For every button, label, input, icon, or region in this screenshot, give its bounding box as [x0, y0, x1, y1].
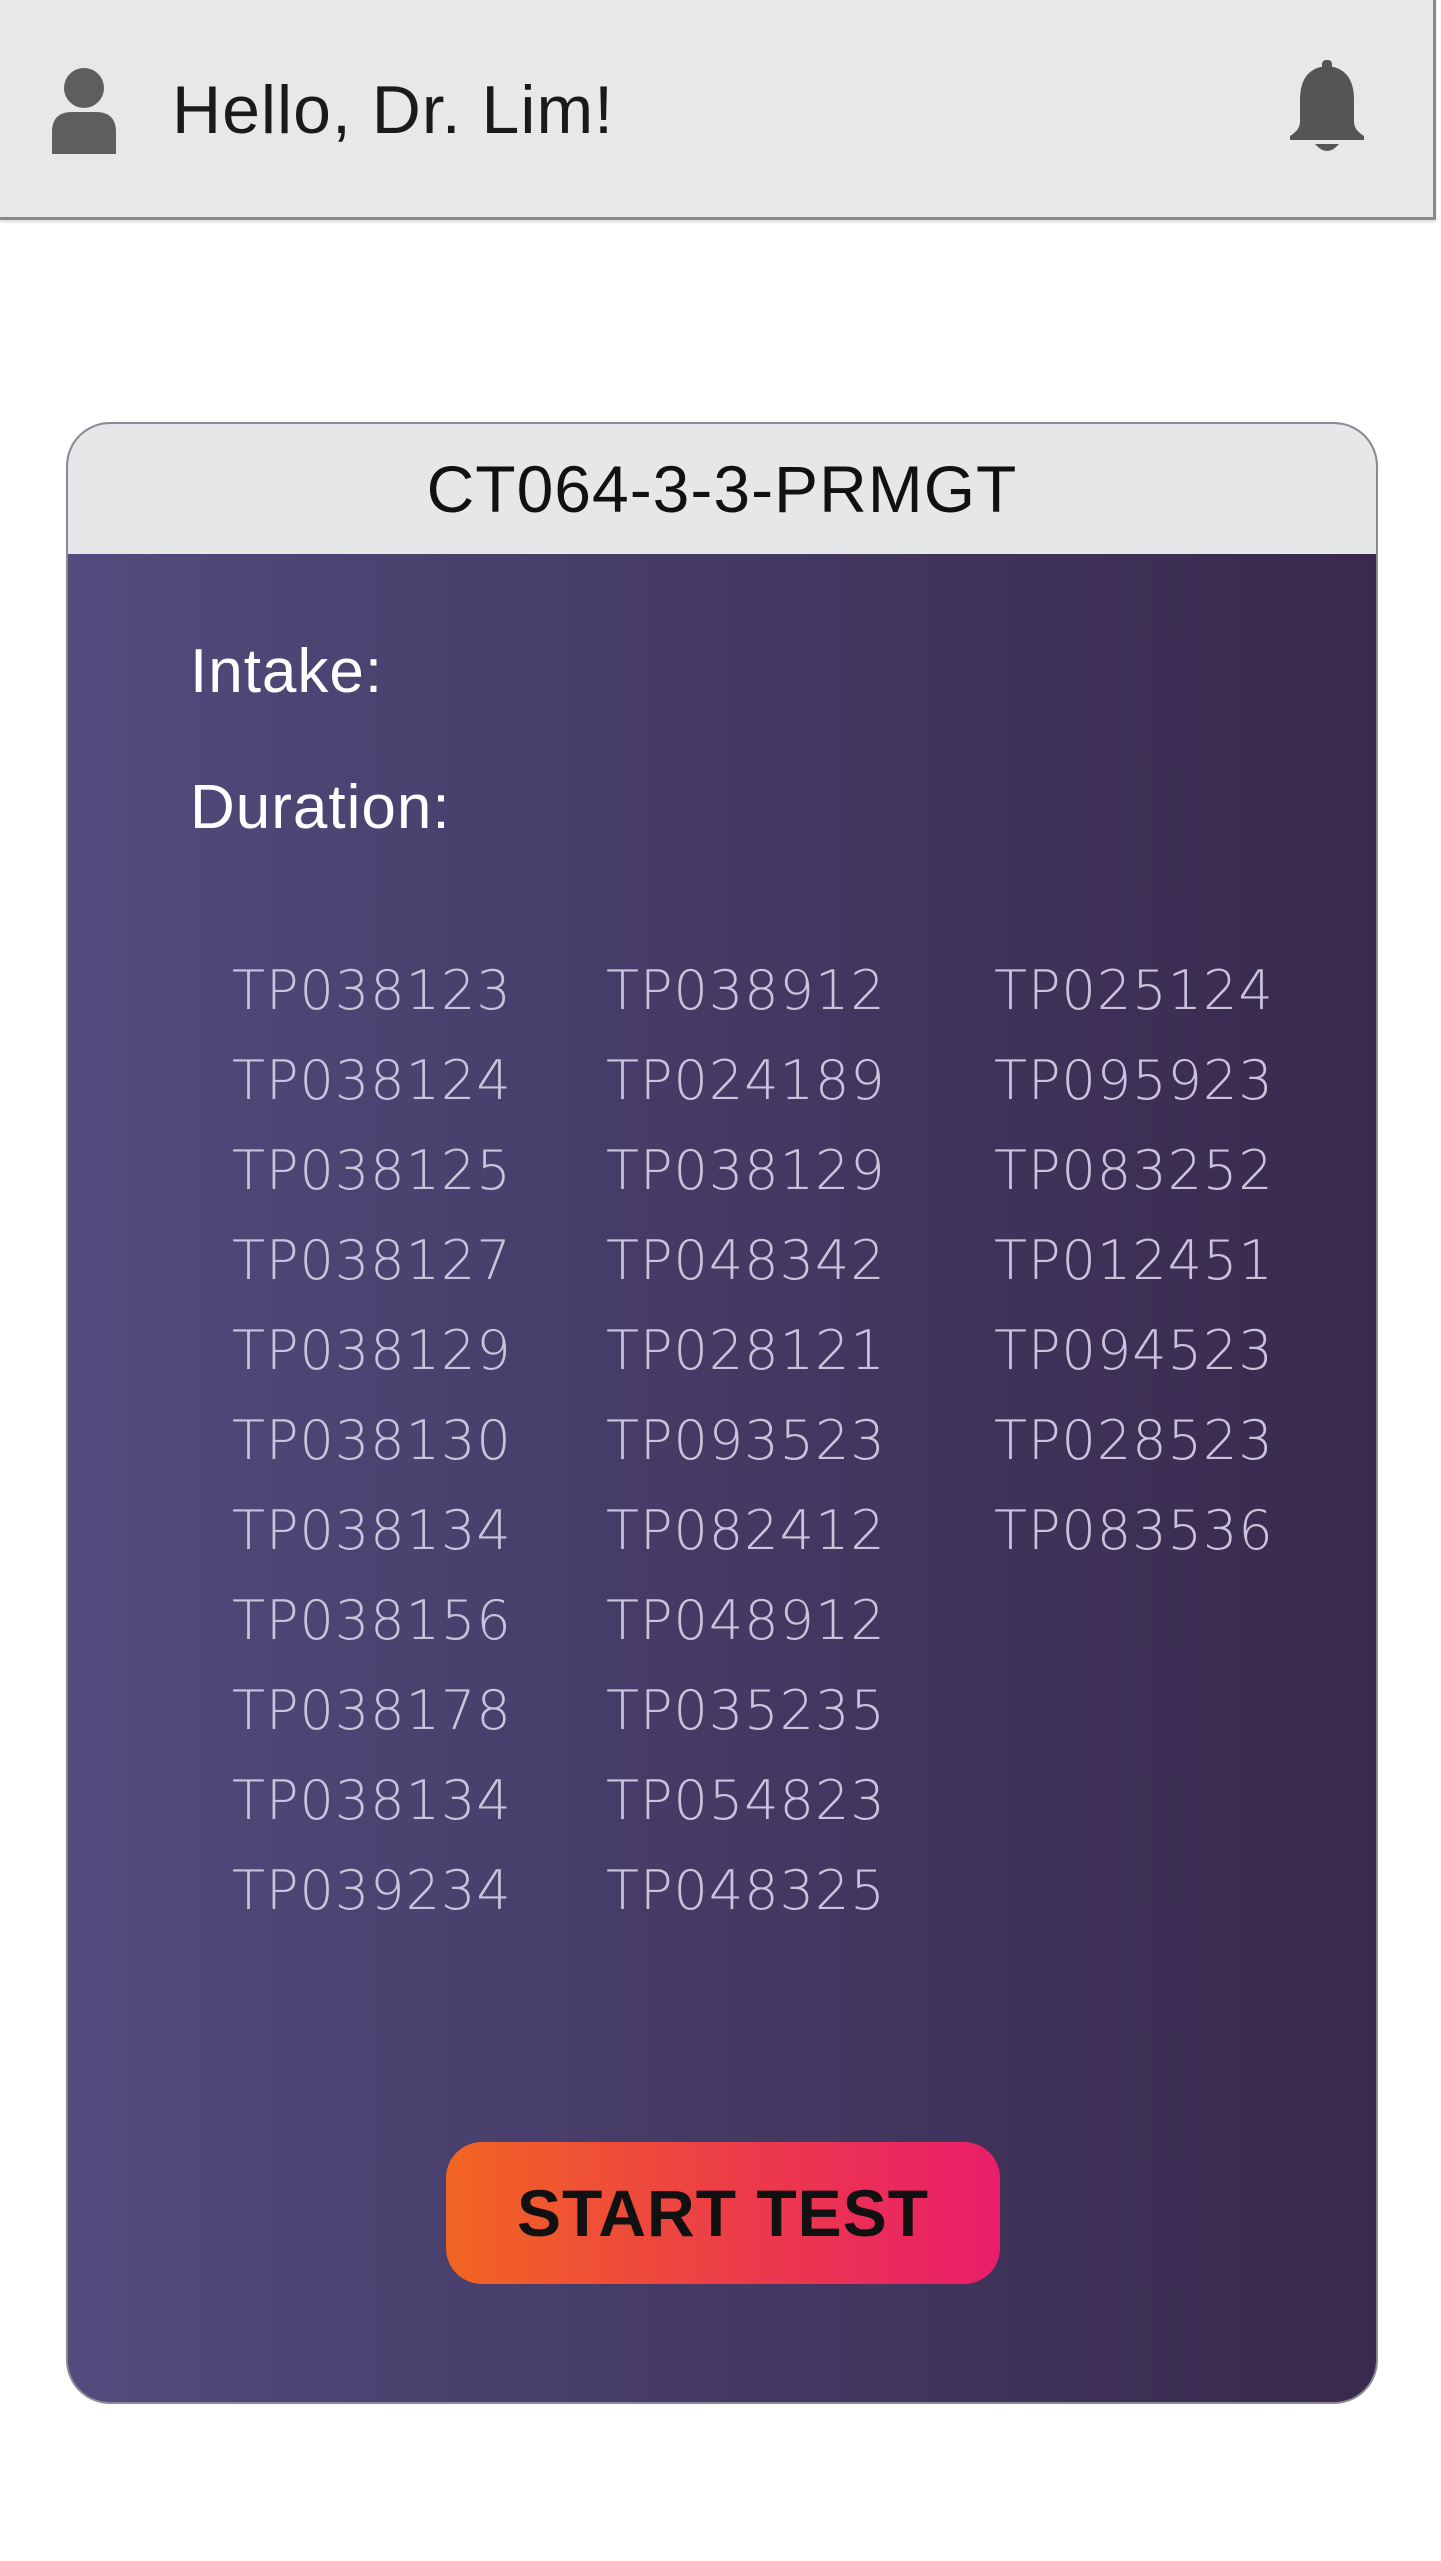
- user-avatar-icon[interactable]: [48, 66, 120, 154]
- student-id: TP038178: [232, 1679, 512, 1742]
- student-id: TP035235: [606, 1679, 886, 1742]
- student-id: TP038125: [232, 1139, 512, 1202]
- student-id: TP038123: [232, 959, 512, 1022]
- student-id: TP038127: [232, 1229, 512, 1292]
- student-id: TP039234: [232, 1859, 512, 1922]
- student-id: TP038156: [232, 1589, 512, 1652]
- student-id: TP054823: [606, 1769, 886, 1832]
- student-id: TP083536: [994, 1499, 1274, 1562]
- student-id: TP083252: [994, 1139, 1274, 1202]
- bell-icon[interactable]: [1286, 60, 1368, 156]
- student-id-list: TP038123 TP038124 TP038125 TP038127 TP03…: [68, 946, 1376, 1946]
- student-id: TP038129: [232, 1319, 512, 1382]
- student-id: TP048342: [606, 1229, 886, 1292]
- student-id: TP038134: [232, 1499, 512, 1562]
- student-id: TP093523: [606, 1409, 886, 1472]
- student-id: TP082412: [606, 1499, 886, 1562]
- student-id: TP024189: [606, 1049, 886, 1112]
- student-id: TP028523: [994, 1409, 1274, 1472]
- card-header: CT064-3-3-PRMGT: [68, 424, 1376, 554]
- student-id: TP038912: [606, 959, 886, 1022]
- test-card: CT064-3-3-PRMGT Intake: Duration: TP0381…: [66, 422, 1378, 2404]
- greeting-text: Hello, Dr. Lim!: [172, 72, 614, 148]
- student-id: TP038129: [606, 1139, 886, 1202]
- student-id: TP048325: [606, 1859, 886, 1922]
- student-id-column-3: TP025124 TP095923 TP083252 TP012451 TP09…: [994, 946, 1314, 1576]
- student-id-column-2: TP038912 TP024189 TP038129 TP048342 TP02…: [606, 946, 926, 1936]
- top-bar: Hello, Dr. Lim!: [0, 0, 1436, 220]
- student-id: TP025124: [994, 959, 1274, 1022]
- student-id-column-1: TP038123 TP038124 TP038125 TP038127 TP03…: [232, 946, 552, 1936]
- duration-label: Duration:: [190, 773, 451, 842]
- student-id: TP095923: [994, 1049, 1274, 1112]
- student-id: TP038134: [232, 1769, 512, 1832]
- student-id: TP038124: [232, 1049, 512, 1112]
- student-id: TP028121: [606, 1319, 886, 1382]
- student-id: TP012451: [994, 1229, 1274, 1292]
- student-id: TP038130: [232, 1409, 512, 1472]
- student-id: TP094523: [994, 1319, 1274, 1382]
- student-id: TP048912: [606, 1589, 886, 1652]
- intake-label: Intake:: [190, 637, 384, 706]
- module-code-title: CT064-3-3-PRMGT: [426, 452, 1018, 526]
- start-test-button[interactable]: START TEST: [446, 2142, 1000, 2284]
